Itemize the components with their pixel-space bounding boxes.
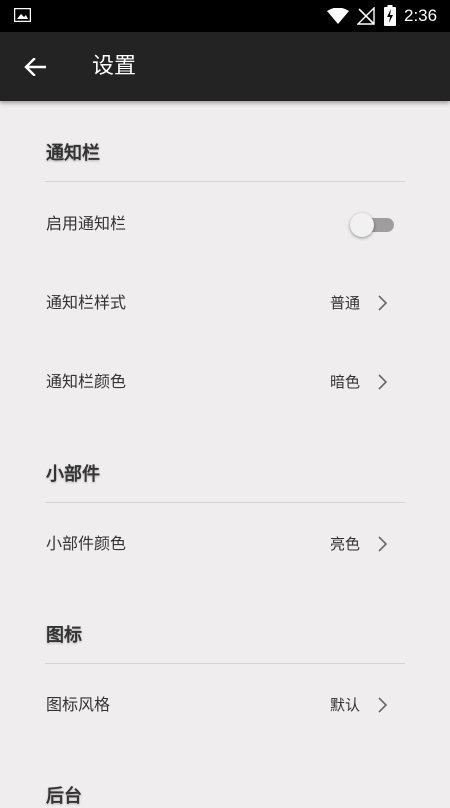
toggle-knob	[350, 213, 374, 237]
divider	[45, 502, 405, 503]
setting-value: 暗色	[329, 373, 360, 391]
setting-notification-color[interactable]: 通知栏颜色 暗色	[0, 346, 450, 418]
setting-label: 通知栏颜色	[46, 372, 127, 391]
setting-icon-style[interactable]: 图标风格 默认	[0, 669, 450, 741]
signal-off-icon	[357, 7, 375, 25]
chevron-right-icon	[378, 374, 388, 390]
setting-value: 普通	[329, 294, 360, 312]
settings-list[interactable]: 通知栏 启用通知栏 通知栏样式 普通 通知栏颜色 暗色 小部件 小部件颜色 亮色…	[0, 101, 450, 807]
wifi-icon	[327, 8, 349, 24]
setting-widget-color[interactable]: 小部件颜色 亮色	[0, 508, 450, 580]
divider	[45, 663, 405, 664]
setting-label: 小部件颜色	[46, 534, 127, 553]
chevron-right-icon	[378, 536, 388, 552]
chevron-right-icon	[378, 295, 388, 311]
status-clock: 2:36	[404, 6, 438, 25]
setting-value: 亮色	[329, 535, 360, 553]
app-bar: 设置	[0, 32, 450, 101]
enable-notification-toggle[interactable]	[350, 213, 394, 237]
section-header-background: 后台	[46, 786, 82, 807]
setting-value: 默认	[329, 696, 360, 714]
status-bar: 2:36	[0, 0, 450, 32]
divider	[45, 181, 405, 182]
arrow-left-icon	[24, 58, 46, 76]
gallery-icon	[14, 8, 31, 22]
battery-charging-icon	[384, 5, 396, 26]
setting-notification-style[interactable]: 通知栏样式 普通	[0, 267, 450, 339]
section-header-notification: 通知栏	[46, 143, 100, 164]
back-button[interactable]	[14, 46, 56, 88]
setting-label: 图标风格	[46, 695, 111, 714]
chevron-right-icon	[378, 697, 388, 713]
setting-label: 启用通知栏	[46, 214, 127, 233]
page-title: 设置	[92, 54, 137, 79]
section-header-widget: 小部件	[46, 464, 100, 485]
section-header-icon: 图标	[46, 625, 82, 646]
setting-label: 通知栏样式	[46, 293, 127, 312]
setting-enable-notification[interactable]: 启用通知栏	[0, 188, 450, 260]
